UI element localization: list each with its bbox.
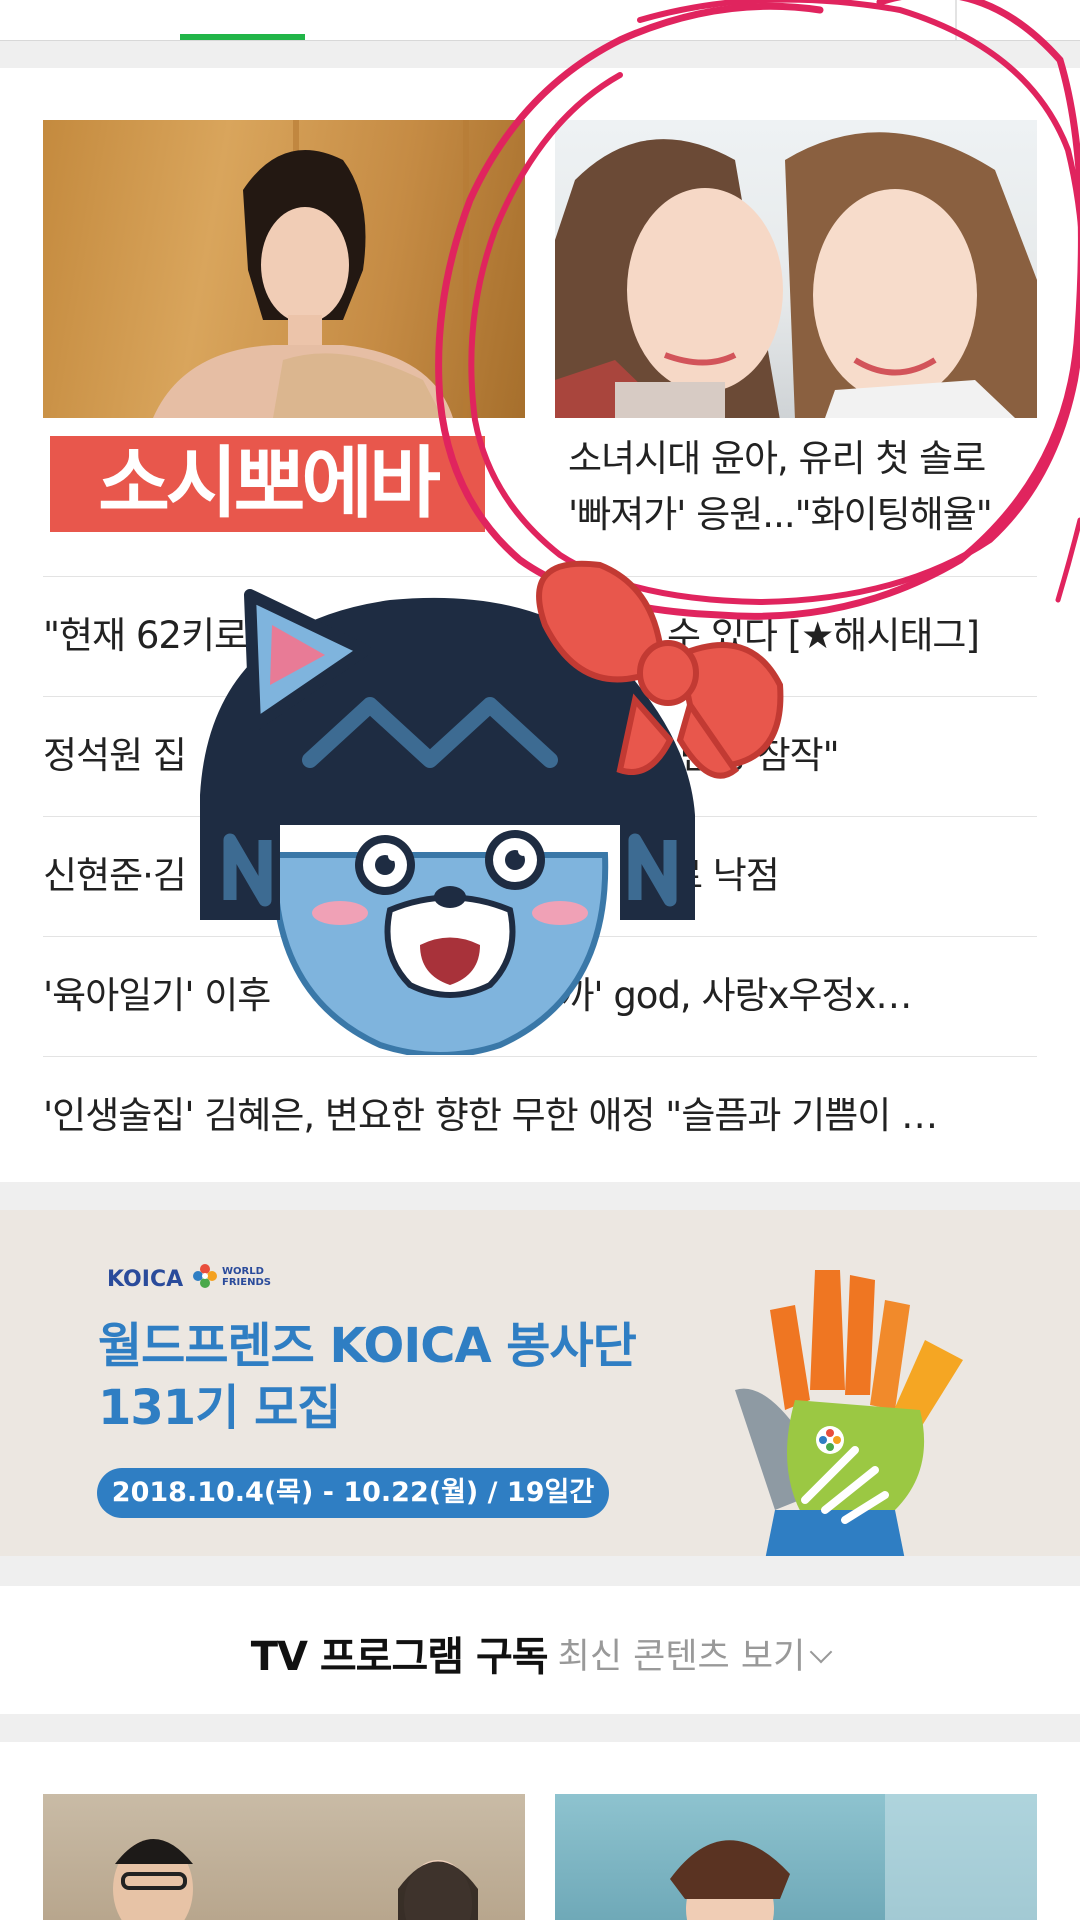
ad-title-line2: 131기 모집 <box>98 1380 341 1436</box>
latest-content-label: 최신 콘텐츠 보기 <box>557 1636 806 1677</box>
headline-text: '인생술집' 김혜은, 변요한 향한 무한 애정 "슬픔과 기쁨이 … <box>43 1094 938 1137</box>
koica-logo: KOICA <box>107 1267 184 1292</box>
ad-title-line1: 월드프렌즈 KOICA 봉사단 <box>98 1318 637 1374</box>
ad-period-badge: 2018.10.4(목) - 10.22(월) / 19일간 <box>97 1468 609 1518</box>
tab-divider <box>955 0 957 40</box>
two-women-selfie-image <box>555 132 1037 418</box>
top-tab-bar <box>0 0 1080 41</box>
active-tab-indicator <box>180 34 305 40</box>
tv-program-subscribe-bar: TV 프로그램 구독 최신 콘텐츠 보기 <box>0 1586 1080 1714</box>
tv-program-thumbnails <box>0 1742 1080 1920</box>
ad-headline: 월드프렌즈 KOICA 봉사단 131기 모집 <box>98 1315 718 1439</box>
world-friends-flower-icon <box>193 1264 217 1288</box>
news-caption-right[interactable]: 소녀시대 윤아, 유리 첫 솔로 '빠져가' 응원..."화이팅해율" <box>568 431 1018 543</box>
tv-thumbnail-right[interactable] <box>555 1794 1037 1920</box>
headline-text: 정석원 집 <box>43 734 187 777</box>
woman-portrait-image <box>153 120 469 418</box>
news-thumbnail-left[interactable] <box>43 120 525 418</box>
tv-thumbnail-left[interactable] <box>43 1794 525 1920</box>
tv-thumbnail-left-image <box>113 1839 478 1920</box>
volunteer-hand-icon <box>735 1270 963 1556</box>
koica-ad-banner[interactable]: KOICA WORLD FRIENDS 월드프렌즈 KOICA 봉사단 131기… <box>0 1210 1080 1556</box>
cat-mascot-with-bow-icon <box>200 560 784 1055</box>
latest-content-link[interactable]: 최신 콘텐츠 보기 <box>557 1628 833 1679</box>
headline-text: 신현준·김 <box>43 854 187 897</box>
tv-thumbnail-right-image <box>670 1794 1037 1920</box>
headline-item[interactable]: '인생술집' 김혜은, 변요한 향한 무한 애정 "슬픔과 기쁨이 … <box>43 1056 1037 1176</box>
tv-program-title: TV 프로그램 구독 <box>250 1634 549 1680</box>
sticker-caption-overlay: 소시뽀에바 <box>50 436 485 532</box>
news-thumbnail-right[interactable] <box>555 120 1037 418</box>
chevron-down-icon <box>809 1640 833 1663</box>
world-friends-label: WORLD FRIENDS <box>222 1266 271 1288</box>
